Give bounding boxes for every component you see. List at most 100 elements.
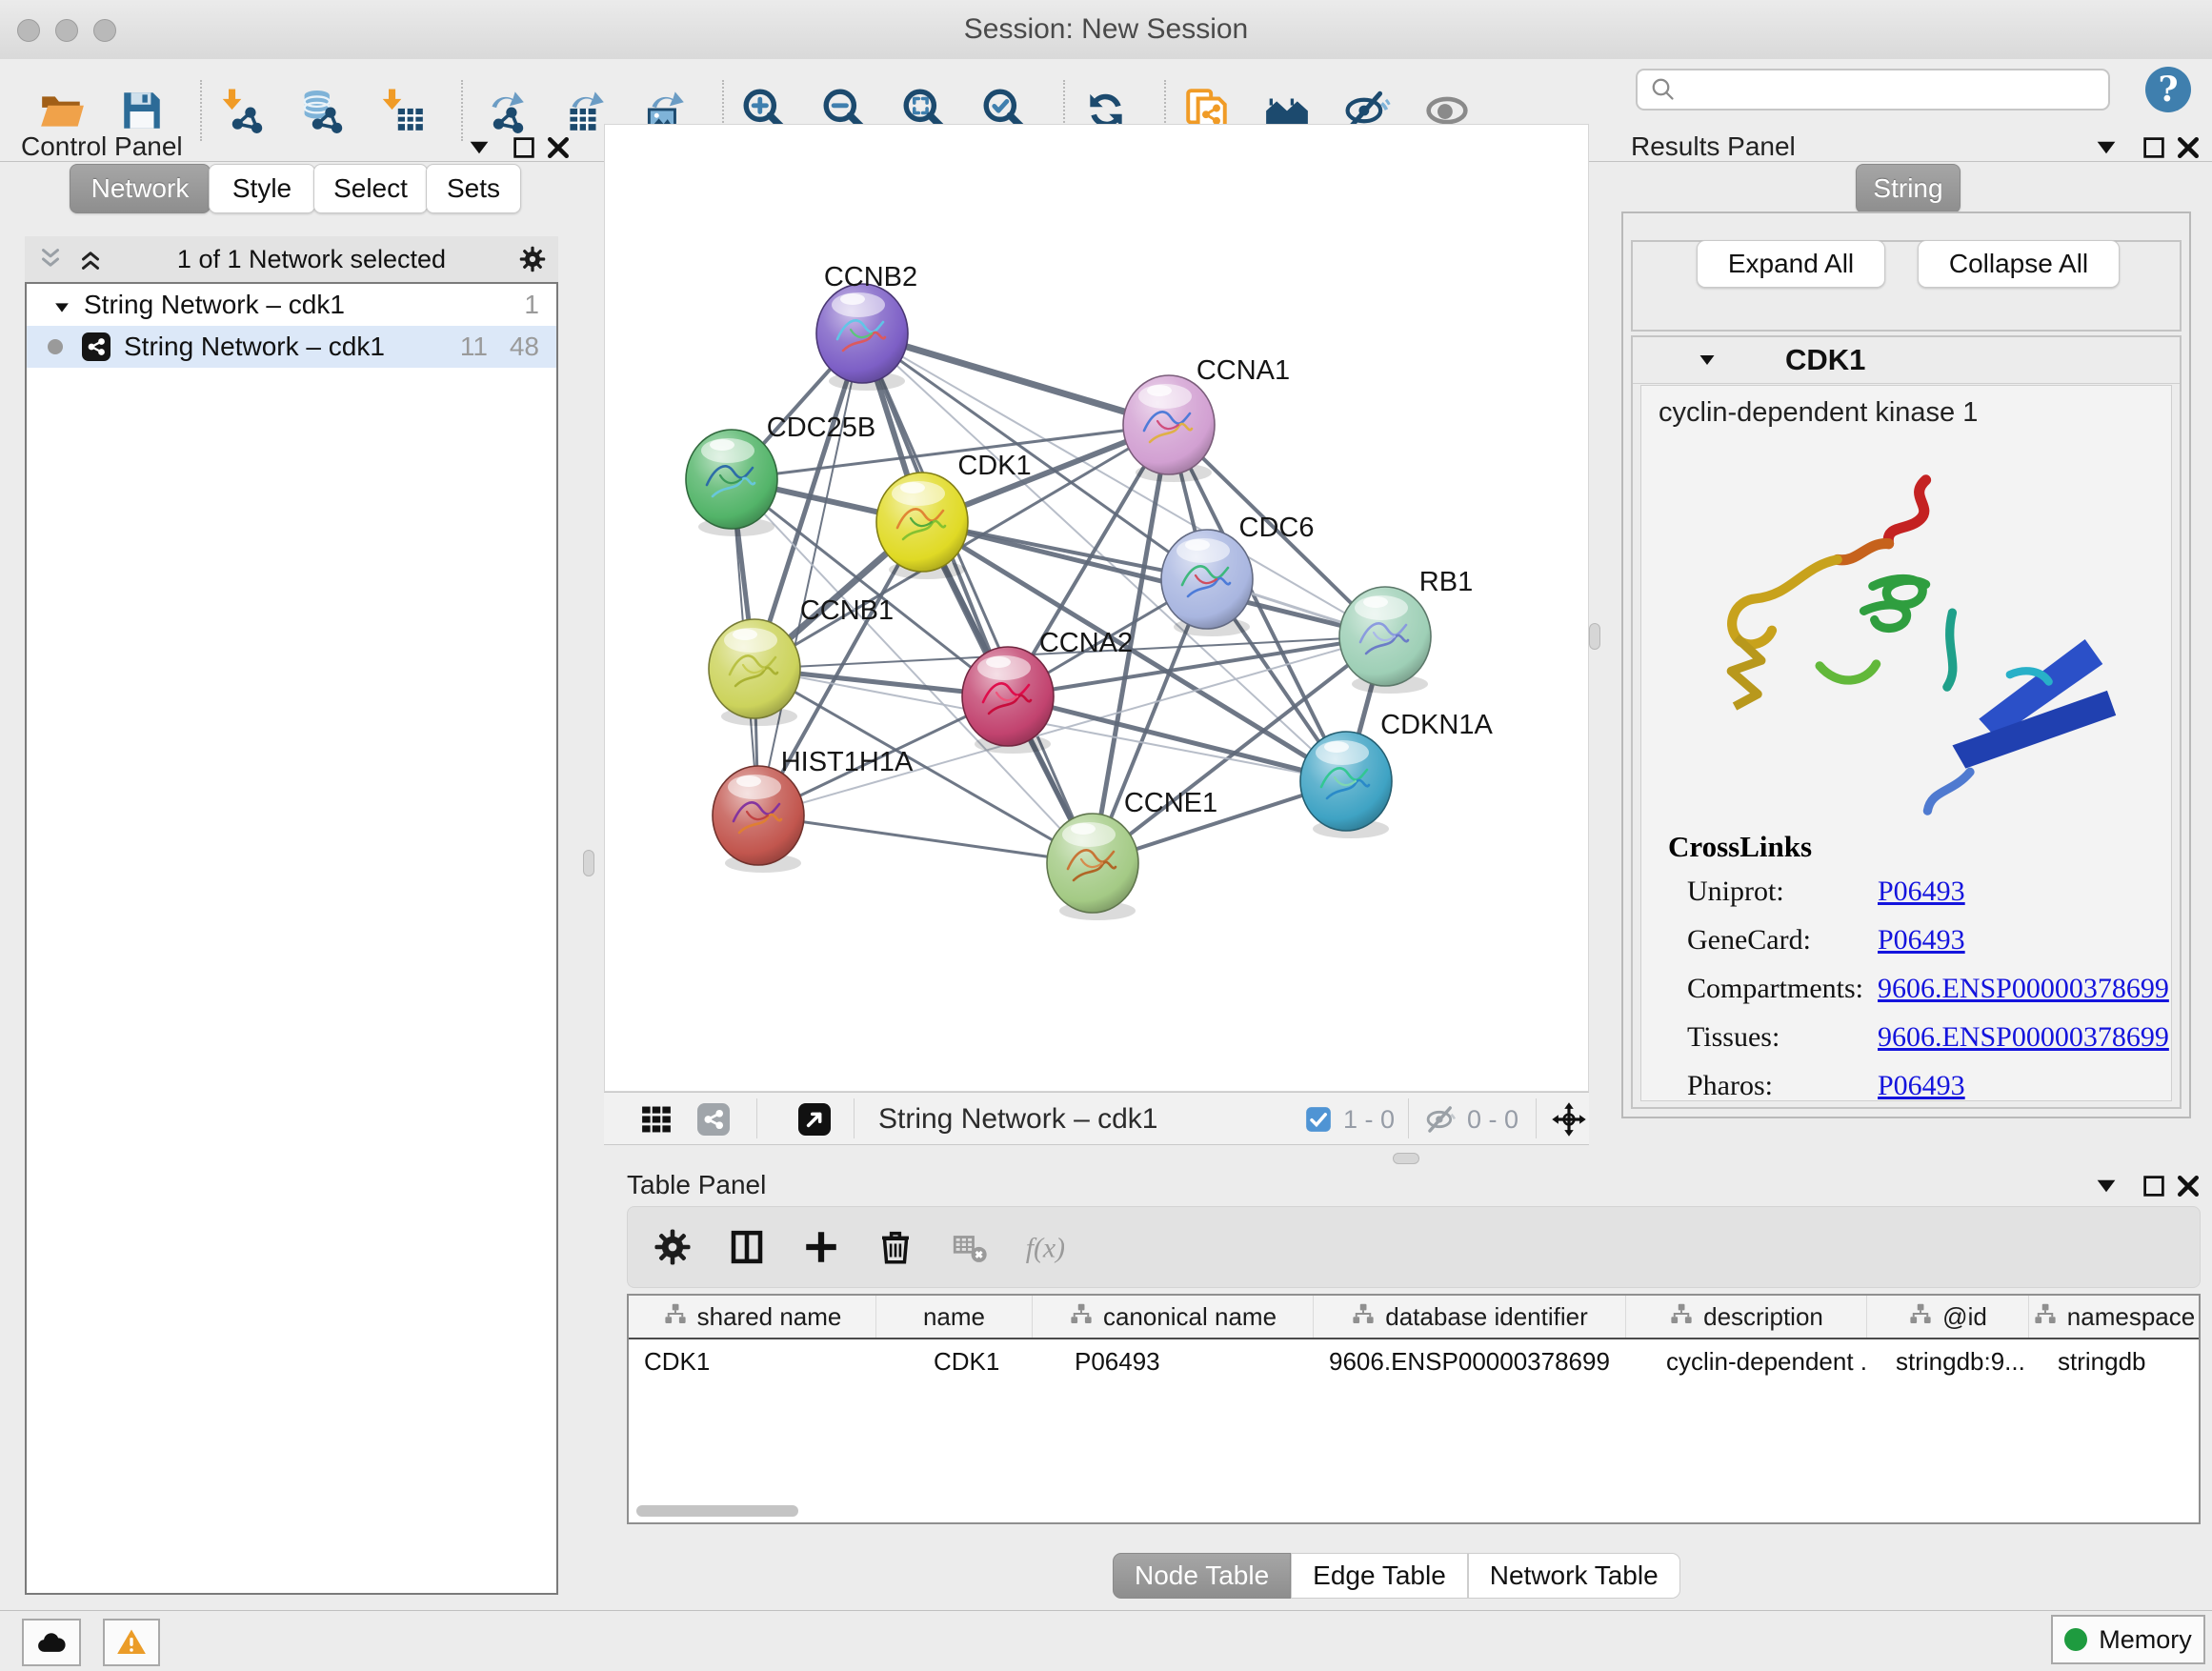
fx-icon[interactable]: f(x) bbox=[1024, 1227, 1064, 1267]
cell-id[interactable]: stringdb:9... bbox=[1867, 1339, 2029, 1383]
column-header-id[interactable]: @id bbox=[1867, 1296, 2029, 1338]
detach-view-icon[interactable] bbox=[798, 1103, 831, 1136]
control-panel-float-icon[interactable] bbox=[510, 133, 538, 162]
edge-CCNB2-CCNA1[interactable] bbox=[862, 333, 1169, 425]
column-header-shared-name[interactable]: shared name bbox=[629, 1296, 876, 1338]
collapse-all-networks-icon[interactable] bbox=[36, 245, 65, 273]
split-columns-icon[interactable] bbox=[727, 1227, 767, 1267]
table-delete-icon[interactable] bbox=[950, 1227, 990, 1267]
application-window: Session: New Session ? Control Panel Net… bbox=[0, 0, 2212, 1671]
tab-node-table[interactable]: Node Table bbox=[1113, 1553, 1291, 1599]
cell-canonical-name[interactable]: P06493 bbox=[1033, 1339, 1314, 1383]
table-horizontal-scrollbar[interactable] bbox=[636, 1505, 798, 1517]
table-panel-title: Table Panel bbox=[627, 1170, 766, 1200]
crosslink-value-compartments[interactable]: 9606.ENSP00000378699 bbox=[1878, 973, 2169, 1004]
column-header-description[interactable]: description bbox=[1626, 1296, 1867, 1338]
edge-CCNB2-HIST1H1A[interactable] bbox=[758, 333, 862, 815]
network-status-dot-icon bbox=[48, 339, 63, 354]
cell-description[interactable]: cyclin-dependent ... bbox=[1626, 1339, 1867, 1383]
search-input[interactable] bbox=[1678, 74, 2081, 106]
edge-CCNB2-CCNE1[interactable] bbox=[862, 333, 1093, 863]
cell-namespace[interactable]: stringdb bbox=[2029, 1339, 2199, 1383]
node-CCNB1[interactable]: CCNB1 bbox=[709, 595, 894, 726]
cell-database-identifier[interactable]: 9606.ENSP00000378699 bbox=[1314, 1339, 1626, 1383]
node-CDC6[interactable]: CDC6 bbox=[1161, 513, 1314, 636]
column-header-namespace[interactable]: namespace bbox=[2029, 1296, 2199, 1338]
edge-CDK1-RB1[interactable] bbox=[922, 522, 1385, 636]
gear-icon[interactable] bbox=[653, 1227, 693, 1267]
protein-expander-icon[interactable] bbox=[1696, 349, 1719, 372]
grid-view-icon[interactable] bbox=[640, 1103, 673, 1136]
protein-section-header[interactable]: CDK1 bbox=[1633, 337, 2180, 384]
memory-label: Memory bbox=[2099, 1625, 2192, 1655]
crosslink-value-pharos[interactable]: P06493 bbox=[1878, 1070, 1965, 1101]
window-title: Session: New Session bbox=[0, 13, 2212, 46]
left-splitter-grip[interactable] bbox=[583, 850, 594, 876]
cell-name[interactable]: CDK1 bbox=[876, 1339, 1033, 1383]
protein-name: CDK1 bbox=[1785, 343, 1865, 377]
table-panel-float-menu-icon[interactable] bbox=[2092, 1172, 2121, 1200]
plus-icon[interactable] bbox=[801, 1227, 841, 1267]
table-toolbar: f(x) bbox=[627, 1206, 2201, 1288]
tab-network[interactable]: Network bbox=[70, 164, 211, 213]
control-panel-close-icon[interactable] bbox=[544, 133, 573, 162]
warnings-button[interactable] bbox=[103, 1619, 160, 1666]
results-panel-float-menu-icon[interactable] bbox=[2092, 133, 2121, 162]
pan-crosshair-icon[interactable] bbox=[1551, 1101, 1587, 1137]
selected-checkbox-icon[interactable] bbox=[1305, 1106, 1332, 1133]
right-splitter-grip[interactable] bbox=[1589, 623, 1600, 650]
collapse-all-button[interactable]: Collapse All bbox=[1918, 240, 2120, 288]
node-HIST1H1A[interactable]: HIST1H1A bbox=[713, 747, 914, 873]
tab-string[interactable]: String bbox=[1856, 164, 1961, 213]
node-label-CCNA2: CCNA2 bbox=[1039, 628, 1133, 658]
crosslink-value-uniprot[interactable]: P06493 bbox=[1878, 876, 1965, 907]
network-collection-row[interactable]: String Network – cdk1 1 bbox=[27, 284, 556, 326]
help-button[interactable]: ? bbox=[2145, 67, 2191, 112]
crosslink-label-pharos: Pharos: bbox=[1687, 1064, 1878, 1108]
tab-select[interactable]: Select bbox=[313, 164, 428, 213]
network-row[interactable]: String Network – cdk1 11 48 bbox=[27, 326, 556, 368]
table-panel-float-icon[interactable] bbox=[2140, 1172, 2168, 1200]
node-RB1[interactable]: RB1 bbox=[1339, 567, 1473, 694]
results-panel-title: Results Panel bbox=[1631, 131, 1796, 162]
cloud-button[interactable] bbox=[22, 1619, 81, 1666]
control-panel-float-menu-icon[interactable] bbox=[465, 133, 493, 162]
crosslink-value-genecard[interactable]: P06493 bbox=[1878, 924, 1965, 956]
column-header-database-identifier[interactable]: database identifier bbox=[1314, 1296, 1626, 1338]
network-share-icon[interactable] bbox=[697, 1103, 730, 1136]
edge-HIST1H1A-CCNE1[interactable] bbox=[758, 815, 1093, 863]
tab-style[interactable]: Style bbox=[209, 164, 315, 213]
results-panel-close-icon[interactable] bbox=[2174, 133, 2202, 162]
trash-icon[interactable] bbox=[875, 1227, 915, 1267]
hidden-eye-icon[interactable] bbox=[1425, 1103, 1458, 1136]
network-options-gear-icon[interactable] bbox=[518, 245, 547, 273]
node-label-CCNA1: CCNA1 bbox=[1196, 355, 1290, 386]
crosslink-label-genecard: GeneCard: bbox=[1687, 918, 1878, 962]
node-label-CCNE1: CCNE1 bbox=[1124, 788, 1217, 818]
node-CDKN1A[interactable]: CDKN1A bbox=[1300, 710, 1493, 838]
expand-all-button[interactable]: Expand All bbox=[1697, 240, 1885, 288]
toolbar-search[interactable] bbox=[1636, 69, 2110, 111]
tab-edge-table[interactable]: Edge Table bbox=[1291, 1553, 1468, 1599]
node-count: 11 bbox=[460, 332, 488, 362]
status-bar: Memory bbox=[0, 1610, 2212, 1671]
table-header-row: shared name name canonical name database… bbox=[629, 1296, 2199, 1339]
control-panel-title: Control Panel bbox=[21, 131, 183, 162]
network-selection-status: 1 of 1 Network selected bbox=[105, 245, 518, 274]
results-panel-float-icon[interactable] bbox=[2140, 133, 2168, 162]
crosslink-value-tissues[interactable]: 9606.ENSP00000378699 bbox=[1878, 1021, 2169, 1053]
tab-network-table[interactable]: Network Table bbox=[1468, 1553, 1680, 1599]
column-header-name[interactable]: name bbox=[876, 1296, 1033, 1338]
collection-expander-icon[interactable] bbox=[51, 294, 72, 315]
node-CCNE1[interactable]: CCNE1 bbox=[1047, 788, 1217, 920]
expand-all-networks-icon[interactable] bbox=[76, 245, 105, 273]
protein-section: CDK1 cyclin-dependent kinase 1 CrossLink… bbox=[1631, 335, 2182, 1109]
tab-sets[interactable]: Sets bbox=[426, 164, 521, 213]
collection-label: String Network – cdk1 bbox=[84, 290, 345, 320]
collection-count: 1 bbox=[524, 290, 539, 320]
column-header-canonical-name[interactable]: canonical name bbox=[1033, 1296, 1314, 1338]
horizontal-splitter-grip[interactable] bbox=[1393, 1153, 1419, 1164]
cell-shared-name[interactable]: CDK1 bbox=[629, 1339, 876, 1383]
table-panel-close-icon[interactable] bbox=[2174, 1172, 2202, 1200]
memory-button[interactable]: Memory bbox=[2051, 1615, 2205, 1664]
